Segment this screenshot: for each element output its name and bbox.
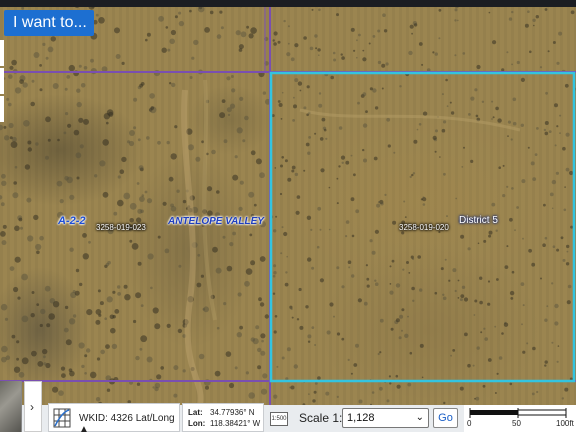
top-strip xyxy=(0,0,576,7)
zoning-label: A-2-2 xyxy=(58,215,86,227)
home-button[interactable] xyxy=(0,96,4,122)
scale-icon[interactable]: 1:500 xyxy=(270,412,288,426)
aerial-imagery xyxy=(0,0,576,405)
lon-value: 118.38421° W xyxy=(210,419,261,428)
scale-label: Scale 1: xyxy=(299,411,343,425)
chevron-right-icon: › xyxy=(30,400,34,414)
zoom-in-button[interactable] xyxy=(0,40,4,66)
overview-toggle-button[interactable]: › xyxy=(24,381,42,432)
wkid-text: WKID: 4326 Lat/Long ▲ xyxy=(79,413,179,432)
map-view[interactable]: I want to... A-2-2 3258-019-023 ANTELOPE… xyxy=(0,0,576,405)
scale-tick-label: 50 xyxy=(512,419,521,428)
parcel-label: 3258-019-023 xyxy=(96,223,146,232)
lon-label: Lon: xyxy=(188,419,206,428)
chevron-down-icon: ⌄ xyxy=(415,412,424,423)
lat-label: Lat: xyxy=(188,408,203,417)
overview-map-thumbnail[interactable] xyxy=(0,381,22,432)
parcel-label: 3258-019-020 xyxy=(399,223,449,232)
lat-value: 34.77936° N xyxy=(210,408,255,417)
caret-up-icon: ▲ xyxy=(79,424,89,432)
scale-tick-label: 100ft xyxy=(556,419,574,428)
i-want-to-button[interactable]: I want to... xyxy=(4,10,94,36)
coordinate-system-panel[interactable]: WKID: 4326 Lat/Long ▲ xyxy=(48,403,180,432)
go-button[interactable]: Go xyxy=(433,408,458,428)
community-label: ANTELOPE VALLEY xyxy=(168,216,264,227)
globe-grid-icon xyxy=(53,408,71,428)
district-label: District 5 xyxy=(459,215,498,226)
scale-select[interactable]: 1,128 ⌄ xyxy=(342,408,429,428)
zoom-out-button[interactable] xyxy=(0,68,4,94)
coordinate-readout: Lat: 34.77936° N Lon: 118.38421° W xyxy=(182,403,264,432)
scale-tick-label: 0 xyxy=(467,419,472,428)
zoom-controls[interactable] xyxy=(0,40,4,122)
scale-bar: 0 50 100ft xyxy=(464,405,576,432)
